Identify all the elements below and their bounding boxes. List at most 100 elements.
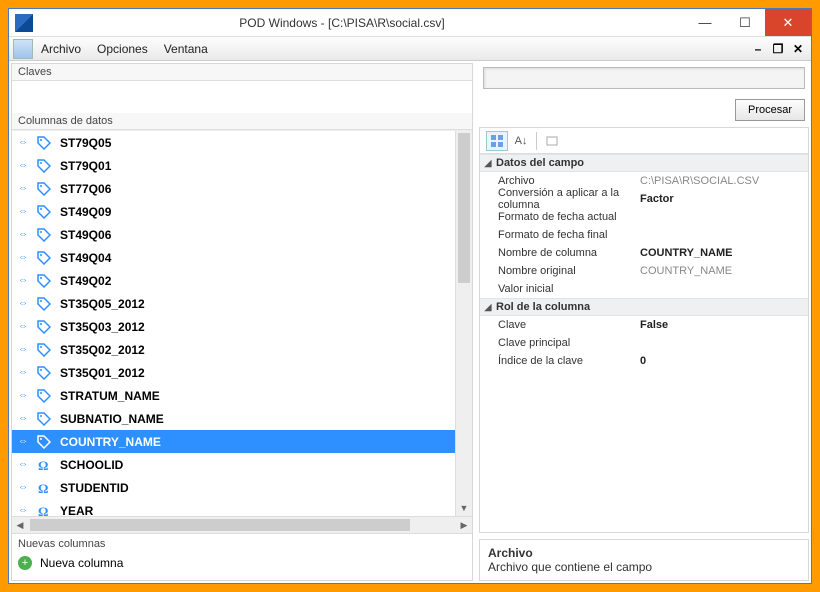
property-value[interactable]: False xyxy=(640,319,808,331)
property-row[interactable]: Formato de fecha actual xyxy=(480,208,808,226)
scroll-thumb[interactable] xyxy=(458,133,470,283)
drag-handle-icon[interactable]: ⇔ xyxy=(18,206,32,217)
property-value[interactable]: COUNTRY_NAME xyxy=(640,265,808,277)
categorized-icon[interactable] xyxy=(486,131,508,151)
property-value[interactable]: C:\PISA\R\SOCIAL.CSV xyxy=(640,175,808,187)
column-name: COUNTRY_NAME xyxy=(60,435,161,449)
process-input[interactable] xyxy=(483,67,805,89)
drag-handle-icon[interactable]: ⇔ xyxy=(18,275,32,286)
property-row[interactable]: Nombre originalCOUNTRY_NAME xyxy=(480,262,808,280)
scroll-left-icon[interactable]: ◀ xyxy=(12,517,28,533)
horizontal-scrollbar[interactable]: ◀ ▶ xyxy=(12,516,472,533)
property-row[interactable]: Índice de la clave0 xyxy=(480,352,808,370)
tag-icon xyxy=(36,182,52,196)
tag-icon xyxy=(36,159,52,173)
drag-handle-icon[interactable]: ⇔ xyxy=(18,344,32,355)
mdi-controls: – ❐ ✕ xyxy=(751,42,805,56)
property-value[interactable]: 0 xyxy=(640,355,808,367)
list-item[interactable]: ⇔ST77Q06 xyxy=(12,177,472,200)
omega-icon: Ω xyxy=(36,481,52,495)
close-button[interactable]: ✕ xyxy=(765,9,811,36)
procesar-button[interactable]: Procesar xyxy=(735,99,805,121)
list-item[interactable]: ⇔ ST35Q02_2012 xyxy=(12,338,472,361)
drag-handle-icon[interactable]: ⇔ xyxy=(18,459,32,470)
window-title: POD Windows - [C:\PISA\R\social.csv] xyxy=(0,16,685,30)
claves-label: Claves xyxy=(12,64,472,81)
drag-handle-icon[interactable]: ⇔ xyxy=(18,183,32,194)
maximize-button[interactable]: ☐ xyxy=(725,9,765,36)
list-item[interactable]: ⇔SUBNATIO_NAME xyxy=(12,407,472,430)
collapse-icon[interactable]: ◢ xyxy=(480,158,496,169)
list-item[interactable]: ⇔ST49Q02 xyxy=(12,269,472,292)
column-name: STUDENTID xyxy=(60,481,129,495)
list-item[interactable]: ⇔ST49Q06 xyxy=(12,223,472,246)
drag-handle-icon[interactable]: ⇔ xyxy=(18,436,32,447)
category-label: Datos del campo xyxy=(496,157,584,169)
list-item[interactable]: ⇔STRATUM_NAME xyxy=(12,384,472,407)
property-category[interactable]: ◢Datos del campo xyxy=(480,154,808,172)
list-item[interactable]: ⇔ COUNTRY_NAME xyxy=(12,430,472,453)
list-item[interactable]: ⇔ST49Q09 xyxy=(12,200,472,223)
property-row[interactable]: Conversión a aplicar a la columnaFactor xyxy=(480,190,808,208)
drag-handle-icon[interactable]: ⇔ xyxy=(18,229,32,240)
vertical-scrollbar[interactable]: ▲ ▼ xyxy=(455,131,472,516)
new-column-row[interactable]: + Nueva columna xyxy=(18,556,466,570)
menu-archivo[interactable]: Archivo xyxy=(41,42,81,56)
list-item[interactable]: ⇔ST49Q04 xyxy=(12,246,472,269)
property-row[interactable]: ClaveFalse xyxy=(480,316,808,334)
app-window: POD Windows - [C:\PISA\R\social.csv] — ☐… xyxy=(8,8,812,584)
drag-handle-icon[interactable]: ⇔ xyxy=(18,367,32,378)
drag-handle-icon[interactable]: ⇔ xyxy=(18,252,32,263)
list-item[interactable]: ⇔ST35Q01_2012 xyxy=(12,361,472,384)
drag-handle-icon[interactable]: ⇔ xyxy=(18,298,32,309)
omega-icon: Ω xyxy=(36,504,52,517)
list-item[interactable]: ⇔ST35Q03_2012 xyxy=(12,315,472,338)
list-item[interactable]: ⇔ Ω STUDENTID xyxy=(12,476,472,499)
drag-handle-icon[interactable]: ⇔ xyxy=(18,505,32,516)
property-value[interactable]: Factor xyxy=(640,193,808,205)
mdi-close-icon[interactable]: ✕ xyxy=(791,42,805,56)
separator xyxy=(536,132,537,150)
claves-drop-area[interactable] xyxy=(12,81,472,113)
hscroll-thumb[interactable] xyxy=(30,519,410,531)
collapse-icon[interactable]: ◢ xyxy=(480,302,496,313)
property-key: Clave principal xyxy=(480,337,640,349)
list-item[interactable]: ⇔ST79Q01 xyxy=(12,154,472,177)
property-value[interactable]: COUNTRY_NAME xyxy=(640,247,808,259)
property-pages-icon[interactable] xyxy=(541,131,563,151)
minimize-button[interactable]: — xyxy=(685,9,725,36)
column-list[interactable]: ⇔ST79Q05⇔ST79Q01⇔ST77Q06⇔ST49Q09⇔ST49Q06… xyxy=(12,130,472,516)
property-grid[interactable]: ◢Datos del campoArchivoC:\PISA\R\SOCIAL.… xyxy=(480,154,808,532)
drag-handle-icon[interactable]: ⇔ xyxy=(18,321,32,332)
description-text: Archivo que contiene el campo xyxy=(488,560,800,574)
drag-handle-icon[interactable]: ⇔ xyxy=(18,482,32,493)
titlebar: POD Windows - [C:\PISA\R\social.csv] — ☐… xyxy=(9,9,811,37)
mdi-restore-icon[interactable]: ❐ xyxy=(771,42,785,56)
svg-text:Ω: Ω xyxy=(38,458,48,472)
list-item[interactable]: ⇔ΩSCHOOLID xyxy=(12,453,472,476)
category-label: Rol de la columna xyxy=(496,301,590,313)
property-row[interactable]: Valor inicial xyxy=(480,280,808,298)
content: Claves Columnas de datos ⇔ST79Q05⇔ST79Q0… xyxy=(9,61,811,583)
scroll-right-icon[interactable]: ▶ xyxy=(456,517,472,533)
property-category[interactable]: ◢Rol de la columna xyxy=(480,298,808,316)
list-item[interactable]: ⇔ΩYEAR xyxy=(12,499,472,516)
property-row[interactable]: Formato de fecha final xyxy=(480,226,808,244)
property-key: Conversión a aplicar a la columna xyxy=(480,187,640,211)
mdi-minimize-icon[interactable]: – xyxy=(751,42,765,56)
drag-handle-icon[interactable]: ⇔ xyxy=(18,390,32,401)
property-key: Índice de la clave xyxy=(480,355,640,367)
list-item[interactable]: ⇔ST79Q05 xyxy=(12,131,472,154)
document-icon[interactable] xyxy=(13,39,33,59)
list-item[interactable]: ⇔ST35Q05_2012 xyxy=(12,292,472,315)
menu-opciones[interactable]: Opciones xyxy=(97,42,148,56)
alphabetical-icon[interactable]: A↓ xyxy=(510,131,532,151)
scroll-down-icon[interactable]: ▼ xyxy=(456,500,472,516)
drag-handle-icon[interactable]: ⇔ xyxy=(18,160,32,171)
column-name: ST35Q02_2012 xyxy=(60,343,145,357)
drag-handle-icon[interactable]: ⇔ xyxy=(18,137,32,148)
drag-handle-icon[interactable]: ⇔ xyxy=(18,413,32,424)
menu-ventana[interactable]: Ventana xyxy=(164,42,208,56)
property-row[interactable]: Nombre de columnaCOUNTRY_NAME xyxy=(480,244,808,262)
property-row[interactable]: Clave principal xyxy=(480,334,808,352)
